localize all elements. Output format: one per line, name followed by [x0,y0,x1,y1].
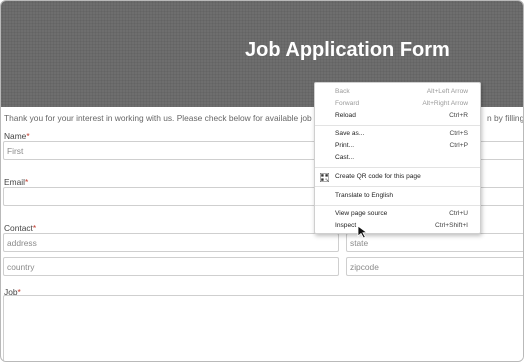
menu-separator [315,125,480,126]
address-input[interactable]: address [3,233,339,252]
menu-item-label: View page source [335,210,388,217]
menu-item-label: Cast... [335,154,355,161]
menu-separator [315,205,480,206]
state-input[interactable]: state [346,233,523,252]
menu-item-view-source[interactable]: View page source Ctrl+U [315,209,480,220]
menu-item-label: Create QR code for this page [335,173,421,180]
intro-text-tail: n by filling o [487,113,524,123]
menu-item-label: Inspect [335,222,357,229]
menu-item-shortcut: Alt+Right Arrow [422,100,468,107]
name-label-text: Name [4,131,27,141]
email-label: Email* [4,177,28,187]
country-input[interactable]: country [3,257,339,276]
email-label-text: Email [4,177,25,187]
zipcode-input[interactable]: zipcode [346,257,523,276]
menu-item-save-as[interactable]: Save as... Ctrl+S [315,129,480,140]
menu-item-label: Back [335,88,350,95]
menu-item-label: Save as... [335,130,365,137]
menu-item-reload[interactable]: Reload Ctrl+R [315,111,480,122]
contact-label: Contact* [4,223,36,233]
menu-item-shortcut: Ctrl+R [449,112,468,119]
menu-item-translate[interactable]: Translate to English [315,191,480,202]
menu-item-shortcut: Ctrl+P [449,142,468,149]
menu-item-forward[interactable]: Forward Alt+Right Arrow [315,99,480,110]
menu-item-shortcut: Ctrl+U [449,210,468,217]
menu-item-print[interactable]: Print... Ctrl+P [315,141,480,152]
menu-separator [315,186,480,187]
menu-item-label: Forward [335,100,360,107]
mouse-pointer-icon [357,225,368,239]
menu-item-shortcut: Ctrl+Shift+I [435,222,468,229]
menu-item-label: Print... [335,142,355,149]
required-asterisk: * [32,223,37,233]
menu-item-shortcut: Ctrl+S [449,130,468,137]
menu-item-inspect[interactable]: Inspect Ctrl+Shift+I [315,221,480,232]
required-asterisk: * [24,177,29,187]
page-title: Job Application Form [245,39,450,61]
menu-item-shortcut: Alt+Left Arrow [426,88,468,95]
qr-code-icon [320,173,329,182]
context-menu: Back Alt+Left Arrow Forward Alt+Right Ar… [314,82,481,234]
menu-item-back[interactable]: Back Alt+Left Arrow [315,87,480,98]
name-label: Name* [4,131,30,141]
required-asterisk: * [26,131,30,141]
menu-item-label: Reload [335,112,356,119]
menu-separator [315,167,480,168]
browser-viewport: Job Application Form Thank you for your … [0,0,524,362]
contact-label-text: Contact [4,223,33,233]
menu-item-create-qr[interactable]: Create QR code for this page [315,172,480,183]
job-select-area[interactable] [3,295,523,361]
menu-item-cast[interactable]: Cast... [315,153,480,164]
menu-item-label: Translate to English [335,192,394,199]
